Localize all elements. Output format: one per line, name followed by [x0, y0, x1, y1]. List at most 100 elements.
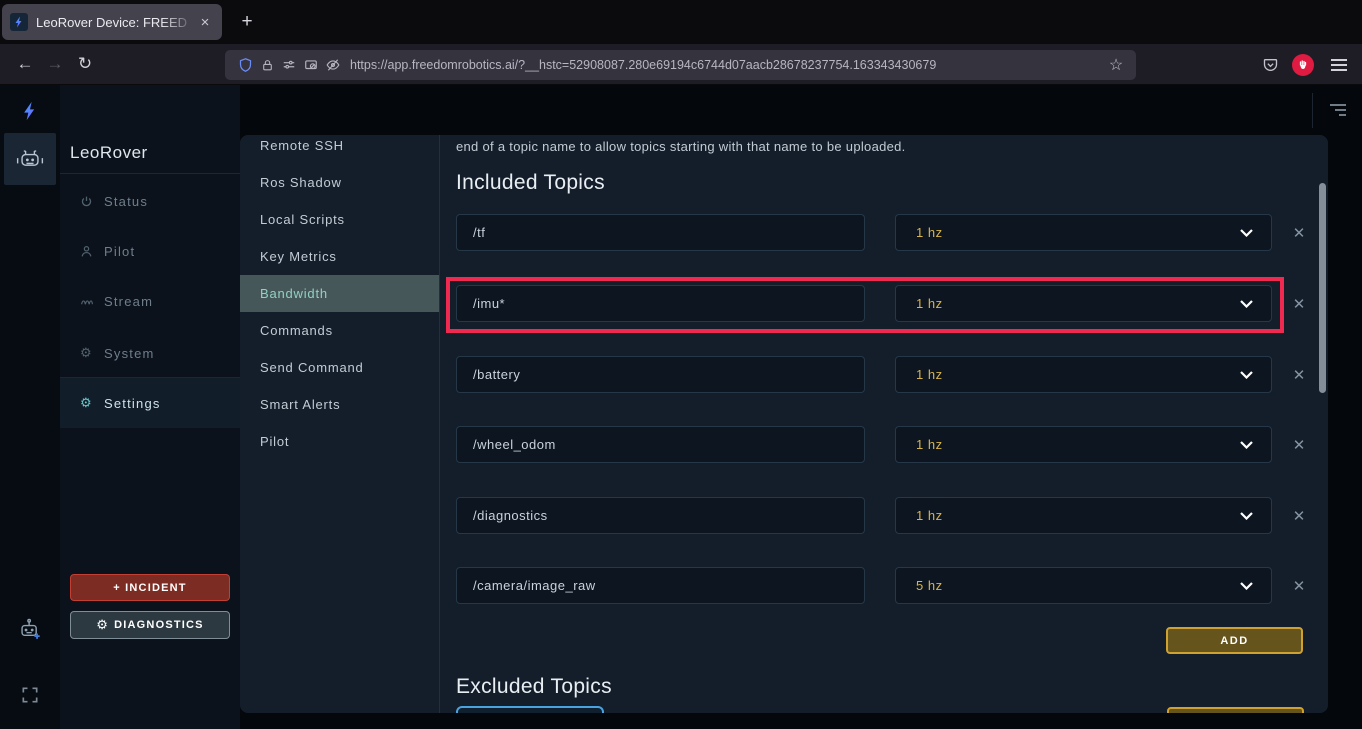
remove-topic-button[interactable]: ✕: [1286, 497, 1312, 534]
rate-value: 1 hz: [916, 225, 1240, 240]
add-device-robot-plus-icon[interactable]: [15, 615, 45, 645]
new-tab-button[interactable]: +: [233, 8, 261, 36]
subnav-item-send-command[interactable]: Send Command: [240, 349, 439, 386]
browser-tab-bar: LeoRover Device: FREED × +: [0, 0, 1362, 44]
topic-name-input[interactable]: [456, 426, 865, 463]
excluded-topics-heading: Excluded Topics: [456, 675, 612, 699]
header-divider: [1312, 93, 1313, 128]
gear-icon: ⚙: [80, 345, 104, 361]
subnav-item-smart-alerts[interactable]: Smart Alerts: [240, 386, 439, 423]
remove-topic-button[interactable]: ✕: [1286, 567, 1312, 604]
included-topics-heading: Included Topics: [456, 171, 605, 195]
remove-topic-button[interactable]: ✕: [1286, 285, 1312, 322]
topic-row: 1 hz ✕: [440, 497, 1328, 534]
excluded-topic-input[interactable]: [456, 706, 604, 713]
device-name: LeoRover: [70, 143, 148, 163]
sidebar-item-settings[interactable]: ⚙ Settings: [60, 378, 240, 428]
remove-topic-button[interactable]: ✕: [1286, 356, 1312, 393]
rate-select[interactable]: 5 hz: [895, 567, 1272, 604]
subnav-item-pilot[interactable]: Pilot: [240, 423, 439, 460]
eye-blocked-icon[interactable]: [322, 54, 344, 76]
sidebar-item-label: Settings: [104, 396, 161, 411]
reload-button[interactable]: ↻: [70, 49, 100, 79]
topic-row: 1 hz ✕: [440, 426, 1328, 463]
url-bar[interactable]: https://app.freedomrobotics.ai/?__hstc=5…: [225, 50, 1136, 80]
chevron-down-icon: [1240, 512, 1253, 520]
sidebar-item-label: Stream: [104, 294, 153, 309]
stream-wave-icon: [80, 295, 104, 308]
topic-row: 5 hz ✕: [440, 567, 1328, 604]
freedom-bolt-logo-icon[interactable]: [20, 99, 40, 123]
sidebar-item-label: System: [104, 346, 155, 361]
sidebar-item-system[interactable]: ⚙ System: [60, 328, 240, 378]
toolbar-right-icons: [1256, 44, 1362, 85]
highlight-annotation-box: [446, 277, 1284, 333]
bandwidth-content: end of a topic name to allow topics star…: [440, 135, 1328, 713]
menu-hamburger-icon[interactable]: [1324, 50, 1354, 80]
lock-icon[interactable]: [256, 54, 278, 76]
back-button[interactable]: ←: [10, 49, 40, 79]
excluded-add-button[interactable]: [1167, 707, 1304, 713]
gears-icon: ⚙: [96, 617, 109, 633]
pilot-person-icon: [80, 245, 104, 258]
subnav-item-bandwidth[interactable]: Bandwidth: [240, 275, 439, 312]
subnav-item-remote-ssh[interactable]: Remote SSH: [240, 135, 439, 164]
divider: [60, 173, 240, 174]
tab-close-icon[interactable]: ×: [196, 14, 214, 31]
power-icon: [80, 195, 104, 208]
settings-card: Remote SSH Ros Shadow Local Scripts Key …: [240, 135, 1328, 713]
subnav-item-key-metrics[interactable]: Key Metrics: [240, 238, 439, 275]
topic-row: 1 hz ✕: [440, 356, 1328, 393]
add-topic-button[interactable]: ADD: [1166, 627, 1303, 654]
sidebar-item-status[interactable]: Status: [60, 176, 240, 226]
freedom-robotics-app: LeoRover Status Pilot: [0, 85, 1362, 729]
fullscreen-icon[interactable]: [20, 685, 40, 705]
settings-subnav: Remote SSH Ros Shadow Local Scripts Key …: [240, 135, 440, 713]
topic-name-input[interactable]: [456, 214, 865, 251]
topic-name-input[interactable]: [456, 567, 865, 604]
rate-value: 1 hz: [916, 508, 1240, 523]
url-text[interactable]: https://app.freedomrobotics.ai/?__hstc=5…: [350, 58, 1105, 72]
content-scrollbar-thumb[interactable]: [1319, 183, 1326, 393]
topic-name-input[interactable]: [456, 356, 865, 393]
autoplay-blocked-icon[interactable]: [300, 54, 322, 76]
diagnostics-button[interactable]: ⚙ DIAGNOSTICS: [70, 611, 230, 639]
bookmark-star-icon[interactable]: ☆: [1105, 55, 1127, 75]
icon-rail: [0, 85, 60, 729]
rate-select[interactable]: 1 hz: [895, 497, 1272, 534]
browser-tab[interactable]: LeoRover Device: FREED ×: [2, 4, 222, 40]
topic-row: 1 hz ✕: [440, 214, 1328, 251]
device-rover-icon[interactable]: [4, 133, 56, 185]
diagnostics-label: DIAGNOSTICS: [114, 619, 204, 631]
chevron-down-icon: [1240, 441, 1253, 449]
sidebar-item-pilot[interactable]: Pilot: [60, 226, 240, 276]
sidebar-item-label: Pilot: [104, 244, 135, 259]
permissions-sliders-icon[interactable]: [278, 54, 300, 76]
forward-button[interactable]: →: [40, 49, 70, 79]
tab-title: LeoRover Device: FREED: [36, 15, 196, 30]
rate-select[interactable]: 1 hz: [895, 356, 1272, 393]
topic-name-input[interactable]: [456, 497, 865, 534]
pocket-icon[interactable]: [1256, 54, 1284, 76]
device-panel: LeoRover Status Pilot: [60, 85, 240, 729]
subnav-item-commands[interactable]: Commands: [240, 312, 439, 349]
tracking-shield-icon[interactable]: [234, 54, 256, 76]
incident-button[interactable]: + INCIDENT: [70, 574, 230, 601]
rate-value: 1 hz: [916, 367, 1240, 382]
subnav-list: Remote SSH Ros Shadow Local Scripts Key …: [240, 135, 439, 460]
remove-topic-button[interactable]: ✕: [1286, 214, 1312, 251]
blocker-extension-hand-icon[interactable]: [1292, 54, 1314, 76]
sort-filter-icon[interactable]: [1324, 104, 1346, 116]
rate-value: 5 hz: [916, 578, 1240, 593]
sidebar-item-label: Status: [104, 194, 148, 209]
rate-select[interactable]: 1 hz: [895, 214, 1272, 251]
rate-select[interactable]: 1 hz: [895, 426, 1272, 463]
description-text: end of a topic name to allow topics star…: [456, 139, 906, 154]
gear-icon: ⚙: [80, 395, 104, 411]
chevron-down-icon: [1240, 229, 1253, 237]
subnav-item-local-scripts[interactable]: Local Scripts: [240, 201, 439, 238]
remove-topic-button[interactable]: ✕: [1286, 426, 1312, 463]
chevron-down-icon: [1240, 371, 1253, 379]
sidebar-item-stream[interactable]: Stream: [60, 276, 240, 326]
subnav-item-ros-shadow[interactable]: Ros Shadow: [240, 164, 439, 201]
